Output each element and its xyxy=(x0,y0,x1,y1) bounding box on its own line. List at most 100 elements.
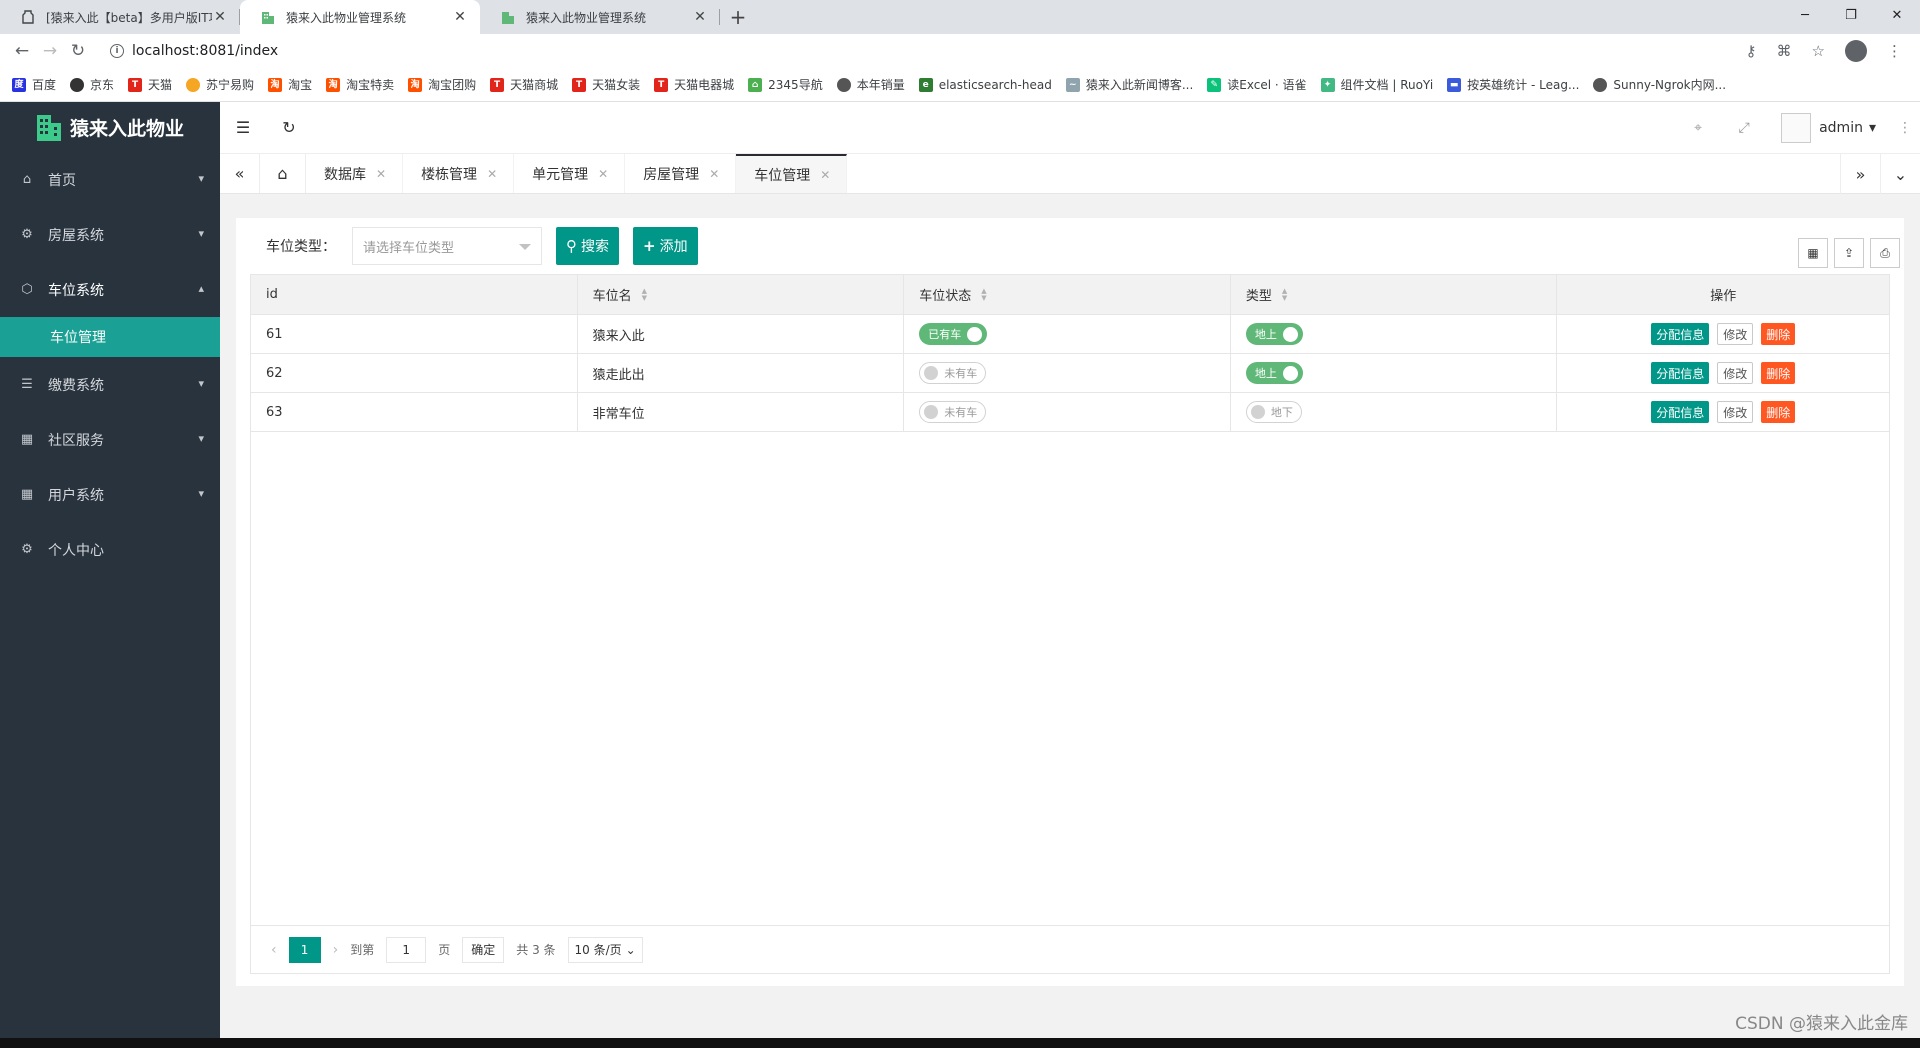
star-icon[interactable]: ☆ xyxy=(1812,42,1825,60)
menu-toggle-icon[interactable]: ☰ xyxy=(220,118,266,137)
assign-button[interactable]: 分配信息 xyxy=(1651,401,1710,423)
bookmark-item[interactable]: ⌂ 2345导航 xyxy=(748,76,823,93)
bookmark-item[interactable]: 淘淘宝 xyxy=(268,76,312,93)
page-tab[interactable]: 单元管理 ✕ xyxy=(514,154,626,193)
new-tab-button[interactable]: + xyxy=(720,0,756,34)
next-page-icon[interactable]: › xyxy=(333,942,339,958)
column-header[interactable]: 车位名 ▲ ▼ xyxy=(578,275,905,314)
sidebar-item-profile[interactable]: ⚙ 个人中心 xyxy=(0,522,220,577)
search-button[interactable]: ⚲ 搜索 xyxy=(556,227,619,265)
bookmark-item[interactable]: ~ 猿来入此新闻博客... xyxy=(1065,76,1193,93)
home-tab-icon[interactable]: ⌂ xyxy=(260,154,306,193)
back-icon[interactable]: ← xyxy=(8,41,36,61)
page-tab-active[interactable]: 车位管理 ✕ xyxy=(736,154,848,193)
sidebar-item-payment[interactable]: ☰ 缴费系统 ▾ xyxy=(0,357,220,412)
bookmark-item[interactable]: T 天猫商城 xyxy=(490,76,558,93)
close-icon[interactable]: ✕ xyxy=(709,167,719,181)
column-header[interactable]: 车位状态 ▲ ▼ xyxy=(904,275,1231,314)
bookmark-item[interactable]: 本年销量 xyxy=(836,76,905,93)
close-icon[interactable]: ✕ xyxy=(212,9,228,25)
bookmark-item[interactable]: e elasticsearch-head xyxy=(918,77,1052,92)
bookmark-item[interactable]: ✦ 组件文档 | RuoYi xyxy=(1320,76,1433,93)
restore-icon[interactable]: ❐ xyxy=(1828,0,1874,30)
more-vertical-icon[interactable]: ⋮ xyxy=(1890,120,1920,136)
assign-button[interactable]: 分配信息 xyxy=(1651,323,1710,345)
edit-button[interactable]: 修改 xyxy=(1717,401,1754,423)
type-switch[interactable]: 地下 xyxy=(1245,401,1302,423)
export-icon[interactable]: ⇪ xyxy=(1834,238,1864,268)
sidebar-item-parking[interactable]: ⬡ 车位系统 ▴ xyxy=(0,262,220,317)
browser-tab[interactable]: 猿来入此物业管理系统 ✕ xyxy=(240,0,480,34)
bookmark-item[interactable]: T 天猫女装 xyxy=(572,76,640,93)
sidebar-item-house[interactable]: ⚙ 房屋系统 ▾ xyxy=(0,207,220,262)
tag-icon[interactable]: ⌖ xyxy=(1675,120,1721,136)
bookmark-item[interactable]: 淘淘宝团购 xyxy=(408,76,476,93)
bookmark-item[interactable]: T 天猫 xyxy=(128,76,172,93)
sidebar-item-home[interactable]: ⌂ 首页 ▾ xyxy=(0,152,220,207)
confirm-button[interactable]: 确定 xyxy=(462,936,505,963)
bookmark-item[interactable]: ▬ 按英雄统计 - Leag... xyxy=(1447,76,1579,93)
sort-icon[interactable]: ▲ ▼ xyxy=(1282,287,1287,302)
add-button[interactable]: + 添加 xyxy=(633,227,698,265)
prev-page-icon[interactable]: ‹ xyxy=(271,942,277,958)
refresh-icon[interactable]: ↻ xyxy=(266,118,312,137)
page-tab[interactable]: 数据库 ✕ xyxy=(306,154,404,193)
bookmark-item[interactable]: 京东 xyxy=(70,76,114,93)
info-icon[interactable]: i xyxy=(110,44,124,58)
status-switch[interactable]: 未有车 xyxy=(919,401,987,423)
column-header[interactable]: 类型 ▲ ▼ xyxy=(1231,275,1558,314)
sort-icon[interactable]: ▲ ▼ xyxy=(642,287,647,302)
status-switch[interactable]: 未有车 xyxy=(919,362,987,384)
forward-icon[interactable]: → xyxy=(36,41,64,61)
tabs-scroll-left-icon[interactable]: « xyxy=(220,154,260,193)
url-bar[interactable]: i localhost:8081/index xyxy=(98,37,1746,65)
profile-icon[interactable] xyxy=(1845,40,1867,62)
page-current[interactable]: 1 xyxy=(288,936,321,963)
close-icon[interactable]: ✕ xyxy=(487,167,497,181)
edit-button[interactable]: 修改 xyxy=(1717,362,1754,384)
close-icon[interactable]: ✕ xyxy=(376,167,386,181)
sidebar-subitem-parking-manage[interactable]: 车位管理 xyxy=(0,317,220,357)
user-menu[interactable]: admin ▾ xyxy=(1767,113,1890,143)
sidebar-item-community[interactable]: ▦ 社区服务 ▾ xyxy=(0,412,220,467)
print-icon[interactable]: ⎙ xyxy=(1870,238,1900,268)
close-icon[interactable]: ✕ xyxy=(820,168,830,182)
minimize-icon[interactable]: ─ xyxy=(1782,0,1828,30)
bookmark-item[interactable]: 淘淘宝特卖 xyxy=(326,76,394,93)
page-size-select[interactable]: 10 条/页 ⌄ xyxy=(567,936,643,963)
close-window-icon[interactable]: ✕ xyxy=(1874,0,1920,30)
delete-button[interactable]: 删除 xyxy=(1761,323,1796,345)
page-tab[interactable]: 楼栋管理 ✕ xyxy=(403,154,515,193)
more-icon[interactable]: ⋮ xyxy=(1887,42,1902,60)
edit-button[interactable]: 修改 xyxy=(1717,323,1754,345)
type-switch[interactable]: 地上 xyxy=(1245,362,1303,384)
browser-tab[interactable]: [猿来入此【beta】多用户版IT项 ✕ xyxy=(0,0,240,34)
status-switch[interactable]: 已有车 xyxy=(919,323,988,345)
close-icon[interactable]: ✕ xyxy=(692,9,708,25)
assign-button[interactable]: 分配信息 xyxy=(1651,362,1710,384)
tabs-scroll-right-icon[interactable]: » xyxy=(1840,154,1880,194)
columns-icon[interactable]: ▦ xyxy=(1798,238,1828,268)
bookmark-item[interactable]: Sunny-Ngrok内网... xyxy=(1593,76,1726,93)
tabs-dropdown-icon[interactable]: ⌄ xyxy=(1880,154,1920,194)
type-switch[interactable]: 地上 xyxy=(1245,323,1303,345)
bookmark-item[interactable]: ✎ 读Excel · 语雀 xyxy=(1207,76,1307,93)
reload-icon[interactable]: ↻ xyxy=(64,41,92,61)
delete-button[interactable]: 删除 xyxy=(1761,401,1796,423)
app-logo[interactable]: 猿来入此物业 xyxy=(0,102,220,152)
close-icon[interactable]: ✕ xyxy=(598,167,608,181)
sort-icon[interactable]: ▲ ▼ xyxy=(981,287,986,302)
close-icon[interactable]: ✕ xyxy=(452,9,468,25)
browser-tab[interactable]: 猿来入此物业管理系统 ✕ xyxy=(480,0,720,34)
translate-icon[interactable]: ⌘ xyxy=(1777,42,1792,60)
bookmark-item[interactable]: 苏宁易购 xyxy=(186,76,254,93)
page-input[interactable]: 1 xyxy=(386,936,427,963)
bookmark-item[interactable]: 度百度 xyxy=(12,76,56,93)
delete-button[interactable]: 删除 xyxy=(1761,362,1796,384)
key-icon[interactable]: ⚷ xyxy=(1746,42,1757,60)
sidebar-item-users[interactable]: ▦ 用户系统 ▾ xyxy=(0,467,220,522)
page-tab[interactable]: 房屋管理 ✕ xyxy=(625,154,737,193)
parking-type-select[interactable]: 请选择车位类型 xyxy=(352,227,542,265)
fullscreen-icon[interactable]: ⤢ xyxy=(1721,120,1767,136)
bookmark-item[interactable]: T 天猫电器城 xyxy=(654,76,734,93)
